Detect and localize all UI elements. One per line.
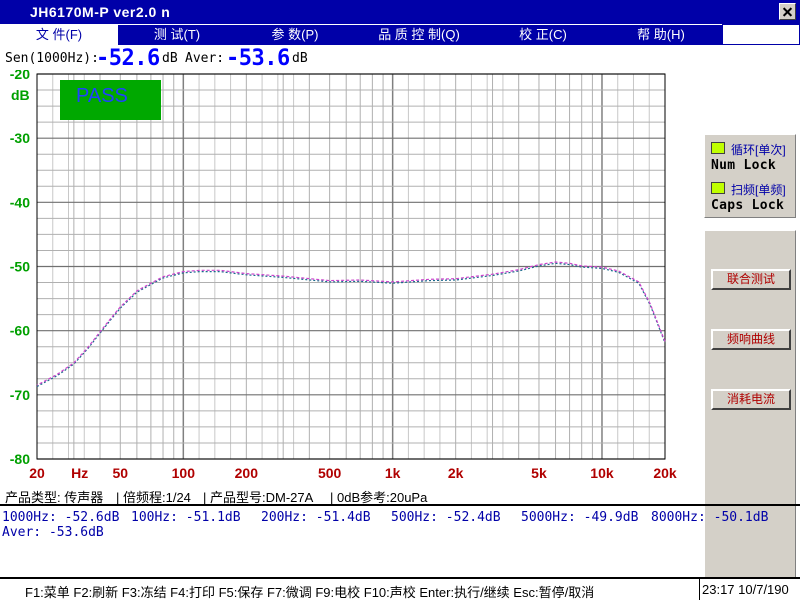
measure-500hz: 500Hz: -52.4dB [391,510,501,525]
close-icon[interactable] [779,3,796,20]
x-tick-label: 10k [590,465,614,481]
x-axis-label: Hz [71,465,88,481]
x-tick-label: 20 [29,465,45,481]
pass-badge-text: PASS [76,85,128,107]
product-info-bar: 产品类型: 传声器 | 倍频程:1/24 | 产品型号:DM-27A | 0dB… [0,486,800,505]
freq-curve-button[interactable]: 频响曲线 [711,329,791,350]
y-tick-label: -70 [10,387,30,403]
y-tick-label: -80 [10,451,30,467]
x-tick-label: 200 [235,465,259,481]
title-bar: JH6170M-P ver2.0 n [0,0,800,24]
y-axis-label: dB [11,87,30,103]
divider [0,504,800,506]
joint-test-button[interactable]: 联合测试 [711,269,791,290]
sen-label: Sen(1000Hz): [5,51,99,66]
y-tick-label: -50 [10,259,30,275]
menu-bar: 文 件(F) 测 试(T) 参 数(P) 品 质 控 制(Q) 校 正(C) 帮… [0,24,722,45]
menu-file[interactable]: 文 件(F) [0,25,118,45]
loop-indicator-box [711,142,725,154]
y-tick-label: -20 [10,70,30,82]
measure-5000hz: 5000Hz: -49.9dB [521,510,639,525]
clock: 23:17 10/7/190 [700,577,800,600]
clock-time: 23:17 10/7/190 [702,582,789,597]
menu-params[interactable]: 参 数(P) [236,25,354,45]
sweep-label: 扫频[单频] [731,183,786,197]
x-tick-label: 5k [531,465,547,481]
window-title: JH6170M-P ver2.0 n [30,4,171,20]
x-tick-label: 2k [448,465,464,481]
sensitivity-readout: Sen(1000Hz): -52.6 dB Aver: -53.6 dB [0,46,800,71]
measure-100hz: 100Hz: -51.1dB [131,510,241,525]
num-lock-label: Num Lock [711,158,777,173]
status-panel: 循环[单次] Num Lock 扫频[单频] Caps Lock [704,134,796,218]
x-tick-label: 50 [113,465,129,481]
measure-8000hz: 8000Hz: -50.1dB [651,510,769,525]
aver-unit: dB [292,51,308,66]
sweep-indicator-box [711,182,725,194]
sen-value: -52.6 [96,46,160,71]
measure-1000hz: 1000Hz: -52.6dB [2,510,120,525]
y-tick-label: -40 [10,194,30,210]
menu-calibrate[interactable]: 校 正(C) [484,25,602,45]
measurement-results: 1000Hz: -52.6dB 100Hz: -51.1dB 200Hz: -5… [0,508,800,544]
caps-lock-label: Caps Lock [711,198,785,213]
y-tick-label: -30 [10,130,30,146]
x-tick-label: 500 [318,465,342,481]
measure-200hz: 200Hz: -51.4dB [261,510,371,525]
frequency-response-chart: PASS -20 -30 -40 -50 -60 -70 -80 dB 20 50 100 200 500… [0,70,700,485]
sen-unit: dB [162,51,178,66]
loop-label: 循环[单次] [731,143,786,157]
function-keys: F1:菜单 F2:刷新 F3:冻结 F4:打印 F5:保存 F7:微调 F9:电… [25,585,595,600]
measure-average: Aver: -53.6dB [2,525,104,540]
menu-help[interactable]: 帮 助(H) [602,25,720,45]
chart-svg: PASS -20 -30 -40 -50 -60 -70 -80 dB 20 50 100 200 500… [10,70,677,481]
menu-test[interactable]: 测 试(T) [118,25,236,45]
current-button[interactable]: 消耗电流 [711,389,791,410]
menu-quality[interactable]: 品 质 控 制(Q) [354,25,484,45]
menu-bar-end [722,24,800,45]
function-key-bar: F1:菜单 F2:刷新 F3:冻结 F4:打印 F5:保存 F7:微调 F9:电… [0,577,700,600]
y-tick-label: -60 [10,323,30,339]
aver-label: Aver: [185,51,225,66]
aver-value: -53.6 [226,46,290,71]
x-tick-label: 100 [172,465,196,481]
x-tick-label: 20k [653,465,677,481]
x-tick-label: 1k [385,465,401,481]
